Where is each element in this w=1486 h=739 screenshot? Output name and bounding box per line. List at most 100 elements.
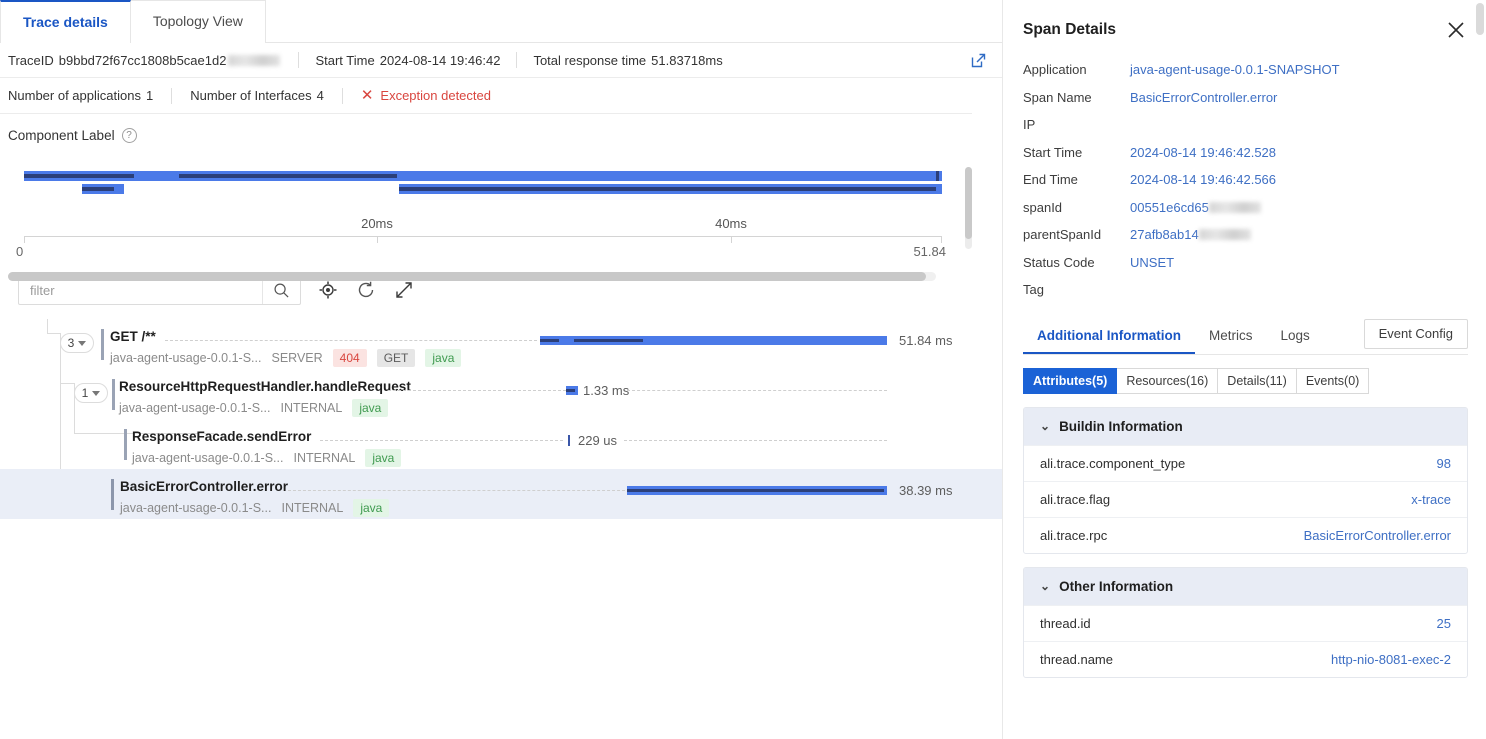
overview-horizontal-scrollbar[interactable]: [8, 272, 936, 281]
field-value[interactable]: BasicErrorController.error: [1130, 90, 1277, 105]
other-information-header[interactable]: ⌄ Other Information: [1024, 567, 1467, 605]
span-child-count: 3: [67, 336, 75, 350]
span-color-bar: [111, 479, 114, 510]
span-leader-line: [388, 390, 566, 391]
field-label: parentSpanId: [1023, 227, 1102, 243]
section-title: Buildin Information: [1059, 418, 1183, 434]
span-application: java-agent-usage-0.0.1-S...: [132, 451, 284, 465]
close-button[interactable]: [1444, 18, 1468, 42]
span-application: java-agent-usage-0.0.1-S...: [119, 401, 271, 415]
span-tree: 3 GET /** java-agent-usage-0.0.1-S... SE…: [0, 319, 1002, 519]
span-kind: INTERNAL: [280, 401, 343, 415]
event-config-button[interactable]: Event Config: [1363, 318, 1468, 349]
segment-events[interactable]: Events(0): [1296, 367, 1370, 394]
field-value[interactable]: 27afb8ab14: [1130, 227, 1199, 242]
attribute-value[interactable]: x-trace: [1411, 492, 1451, 507]
span-method-chip: GET: [376, 349, 416, 367]
span-details-panel: Span Details Application java-agent-usag…: [1003, 0, 1486, 739]
segment-details[interactable]: Details(11): [1218, 367, 1297, 394]
tab-additional-information[interactable]: Additional Information: [1023, 318, 1195, 354]
field-value[interactable]: 2024-08-14 19:46:42.528: [1130, 145, 1276, 160]
span-language-chip: java: [353, 499, 390, 517]
span-collapse-toggle[interactable]: 1: [74, 383, 108, 403]
span-duration-label: 229 us: [578, 433, 618, 448]
chevron-down-icon: ⌄: [1040, 419, 1051, 433]
span-details-fields: Application java-agent-usage-0.0.1-SNAPS…: [1023, 56, 1468, 304]
field-parent-span-id: parentSpanId 27afb8ab14 xxxxx: [1023, 221, 1468, 249]
tab-trace-details-label: Trace details: [23, 14, 108, 30]
span-kind: SERVER: [271, 351, 323, 365]
field-application: Application java-agent-usage-0.0.1-SNAPS…: [1023, 56, 1468, 84]
span-duration-bar: [568, 435, 570, 446]
span-duration-bar-inner: [566, 389, 575, 392]
field-value[interactable]: 00551e6cd65: [1130, 200, 1209, 215]
field-label: End Time: [1023, 172, 1078, 188]
span-kind: INTERNAL: [293, 451, 356, 465]
axis-start-label: 0: [16, 244, 24, 259]
start-time-field: Start Time 2024-08-14 19:46:42: [315, 53, 500, 68]
trace-detail-page: Trace details Topology View TraceID b9bb…: [0, 0, 1486, 739]
tab-metrics[interactable]: Metrics: [1195, 318, 1267, 354]
span-status-chip: 404: [332, 349, 367, 367]
trace-summary-row: Number of applications 1 Number of Inter…: [0, 78, 972, 114]
span-leader-line: [624, 440, 887, 441]
field-value[interactable]: 2024-08-14 19:46:42.566: [1130, 172, 1276, 187]
external-link-icon[interactable]: [970, 52, 987, 69]
overview-bar-inner: [399, 187, 936, 191]
expand-button[interactable]: [393, 279, 415, 301]
span-language-chip: java: [352, 399, 389, 417]
tab-logs[interactable]: Logs: [1267, 318, 1324, 354]
span-row[interactable]: ResponseFacade.sendError java-agent-usag…: [0, 419, 1002, 469]
attribute-value[interactable]: 98: [1437, 456, 1451, 471]
search-input[interactable]: [19, 282, 262, 298]
attribute-value[interactable]: http-nio-8081-exec-2: [1331, 652, 1451, 667]
span-duration-bar-inner: [540, 339, 643, 342]
overview-bar-inner: [24, 174, 397, 178]
field-label: spanId: [1023, 199, 1063, 215]
span-name: BasicErrorController.error: [120, 479, 289, 494]
span-meta: java-agent-usage-0.0.1-S... SERVER 404 G…: [110, 349, 462, 367]
focus-button[interactable]: [317, 279, 339, 301]
chevron-down-icon: [78, 340, 87, 346]
attribute-value[interactable]: BasicErrorController.error: [1304, 528, 1451, 543]
attribute-key: ali.trace.rpc: [1040, 527, 1108, 543]
tab-topology-view[interactable]: Topology View: [130, 0, 266, 43]
overview-bar-inner: [82, 187, 114, 191]
span-row-selected[interactable]: BasicErrorController.error java-agent-us…: [0, 469, 1002, 519]
exception-badge: ✕ Exception detected: [361, 88, 491, 103]
segment-attributes[interactable]: Attributes(5): [1023, 367, 1118, 394]
field-value[interactable]: UNSET: [1130, 255, 1174, 270]
tab-label: Metrics: [1209, 327, 1253, 343]
traceid-value: b9bbd72f67cc1808b5cae1d2: [58, 52, 227, 68]
applications-count-label: Number of applications: [8, 88, 141, 103]
span-details-tabs: Additional Information Metrics Logs Even…: [1023, 318, 1468, 355]
span-duration-bar-inner: [627, 489, 884, 492]
overview-vertical-scrollbar[interactable]: [965, 167, 972, 249]
page-scrollbar[interactable]: [1476, 3, 1484, 35]
refresh-button[interactable]: [355, 279, 377, 301]
buildin-information-header[interactable]: ⌄ Buildin Information: [1024, 407, 1467, 445]
attribute-value[interactable]: 25: [1437, 616, 1451, 631]
segment-resources[interactable]: Resources(16): [1117, 367, 1219, 394]
traceid-label: TraceID: [8, 52, 54, 68]
section-title: Other Information: [1059, 578, 1174, 594]
divider: [171, 87, 173, 104]
field-label: Tag: [1023, 282, 1044, 298]
field-value[interactable]: java-agent-usage-0.0.1-SNAPSHOT: [1130, 62, 1340, 77]
axis-tick-20ms: 20ms: [361, 216, 393, 231]
component-label-row: Component Label ?: [0, 114, 1002, 153]
question-circle-icon[interactable]: ?: [121, 128, 137, 143]
span-meta: java-agent-usage-0.0.1-S... INTERNAL jav…: [120, 499, 390, 517]
tab-trace-details[interactable]: Trace details: [0, 0, 131, 44]
span-row[interactable]: 3 GET /** java-agent-usage-0.0.1-S... SE…: [0, 319, 1002, 369]
span-row[interactable]: 1 ResourceHttpRequestHandler.handleReque…: [0, 369, 1002, 419]
tab-label: Additional Information: [1037, 327, 1181, 343]
span-collapse-toggle[interactable]: 3: [60, 333, 94, 353]
traceid-field: TraceID b9bbd72f67cc1808b5cae1d2 xxxxx: [8, 53, 282, 68]
chevron-down-icon: [92, 390, 101, 396]
field-label: IP: [1023, 117, 1036, 133]
divider: [516, 52, 518, 68]
span-name: GET /**: [110, 329, 156, 344]
span-duration-label: 51.84 ms: [899, 333, 953, 348]
field-label: Status Code: [1023, 254, 1095, 270]
